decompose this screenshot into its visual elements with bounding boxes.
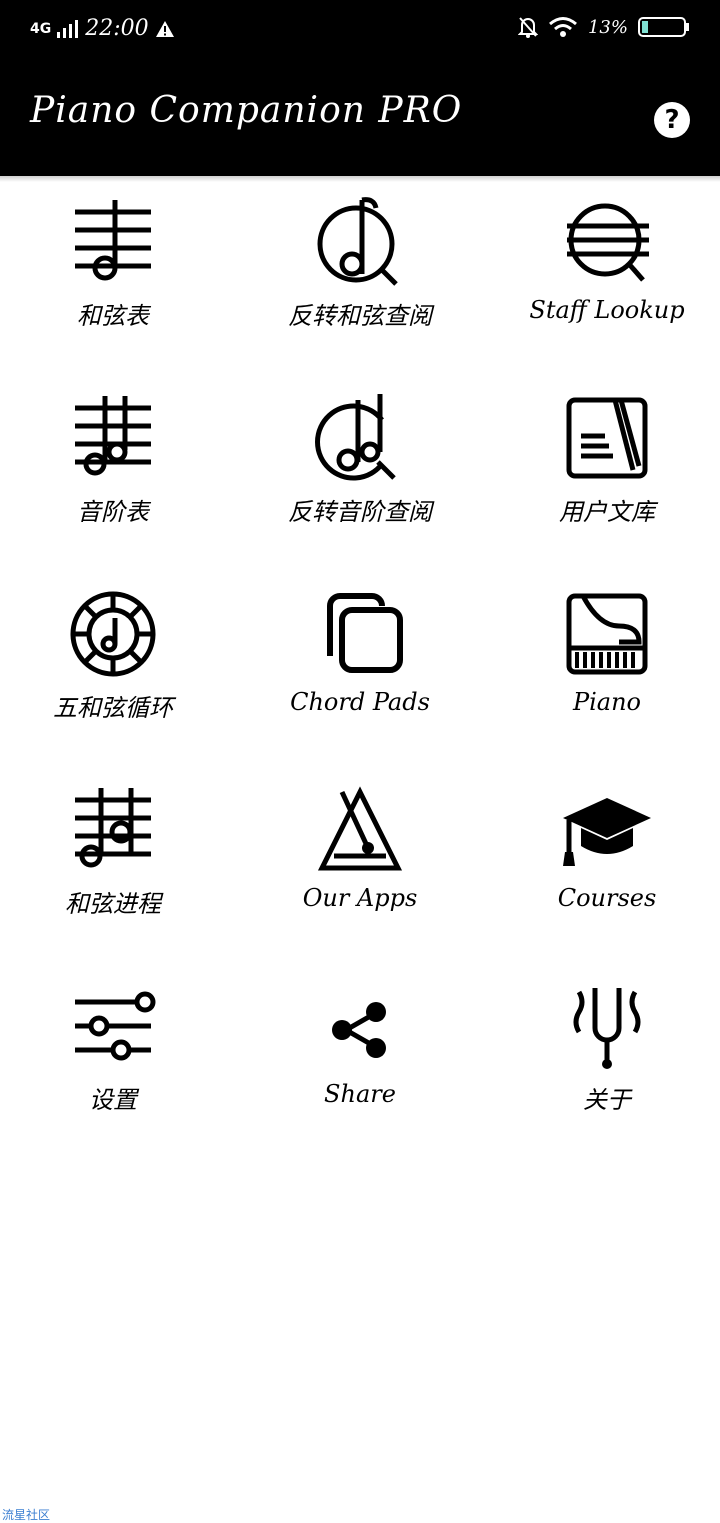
graduation-cap-icon (563, 798, 651, 866)
tile-scale-table[interactable]: 音阶表 (0, 382, 233, 578)
tile-chord-progressions[interactable]: 和弦进程 (0, 774, 233, 970)
battery-icon (638, 17, 689, 37)
tile-reverse-chord-lookup[interactable]: 反转和弦查阅 (240, 186, 480, 382)
tile-label: Chord Pads (290, 688, 430, 716)
tile-label: 用户文库 (559, 498, 655, 526)
app-bar-shadow (0, 176, 720, 182)
staff-search-icon (567, 203, 649, 282)
grand-piano-icon (566, 593, 648, 675)
app-title: Piano Companion PRO (30, 90, 463, 131)
tile-label: 音阶表 (77, 498, 149, 526)
wifi-icon (549, 17, 577, 37)
tile-settings[interactable]: 设置 (0, 970, 233, 1166)
tile-label: Our Apps (302, 884, 418, 912)
tile-label: 关于 (583, 1086, 631, 1114)
metronome-icon (317, 786, 403, 871)
tile-label: Courses (557, 884, 657, 912)
tile-label: 反转音阶查阅 (288, 498, 432, 526)
top-bar: 4G 22:00 13% Piano Companion PRO ? (0, 0, 720, 176)
tile-label: 和弦进程 (65, 890, 161, 918)
tile-user-library[interactable]: 用户文库 (487, 382, 720, 578)
scale-staff-icon (75, 396, 151, 476)
tile-circle-of-fifths[interactable]: 五和弦循环 (0, 578, 233, 774)
warning-icon (155, 20, 174, 37)
library-document-icon (566, 397, 648, 479)
tile-label: 和弦表 (77, 302, 149, 330)
network-type: 4G (30, 20, 52, 37)
signal-icon (57, 19, 79, 38)
tile-label: Piano (572, 688, 642, 716)
share-icon (332, 1002, 386, 1058)
tuning-fork-icon (573, 988, 641, 1069)
tile-piano[interactable]: Piano (487, 578, 720, 774)
tile-label: 五和弦循环 (53, 694, 173, 722)
tile-our-apps[interactable]: Our Apps (240, 774, 480, 970)
help-button[interactable]: ? (654, 102, 690, 138)
battery-percent: 13% (587, 16, 628, 38)
reverse-scale-search-icon (315, 394, 396, 481)
tile-label: Staff Lookup (529, 296, 685, 324)
status-time: 22:00 (85, 16, 149, 41)
watermark: 流星社区 (2, 1508, 51, 1522)
tile-share[interactable]: Share (240, 970, 480, 1166)
circle-of-fifths-icon (70, 591, 156, 677)
tile-label: 设置 (89, 1086, 137, 1114)
tile-label: 反转和弦查阅 (288, 302, 432, 330)
tile-chord-table[interactable]: 和弦表 (0, 186, 233, 382)
chord-staff-icon (75, 200, 151, 281)
app-bar: Piano Companion PRO ? (0, 64, 720, 176)
copy-pads-icon (327, 593, 403, 673)
tile-reverse-scale-lookup[interactable]: 反转音阶查阅 (240, 382, 480, 578)
tile-staff-lookup[interactable]: Staff Lookup (487, 186, 720, 382)
bell-off-icon (517, 17, 538, 38)
tile-courses[interactable]: Courses (487, 774, 720, 970)
sliders-icon (75, 991, 156, 1061)
chord-progression-icon (75, 788, 151, 868)
status-bar: 4G 22:00 13% (0, 0, 720, 64)
reverse-chord-search-icon (317, 197, 398, 286)
tile-chord-pads[interactable]: Chord Pads (240, 578, 480, 774)
tile-label: Share (324, 1080, 396, 1108)
tile-about[interactable]: 关于 (487, 970, 720, 1166)
